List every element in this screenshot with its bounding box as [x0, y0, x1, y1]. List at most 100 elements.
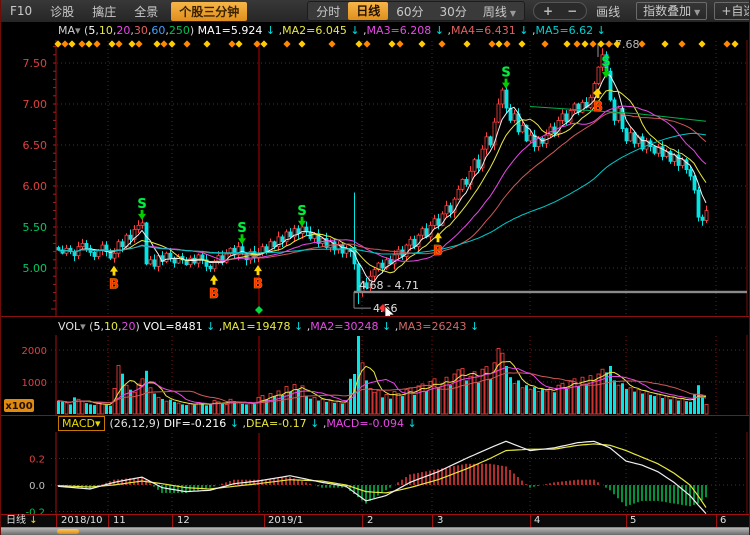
stock-3min-button[interactable]: 个股三分钟: [171, 2, 247, 21]
date-axis: 日线 ↓ 2018/1011122019/123456: [1, 514, 750, 527]
candle-body: [433, 219, 436, 226]
volume-bar: [685, 401, 688, 414]
candle-body: [85, 243, 88, 248]
volume-bar: [517, 380, 520, 414]
signal-diamond-icon: [115, 40, 122, 47]
signal-diamond-icon: [235, 40, 242, 47]
volume-bar: [369, 388, 372, 414]
signal-diamond-icon: [541, 40, 548, 47]
signal-diamond-icon: [388, 40, 395, 47]
volume-bar: [365, 380, 368, 414]
signal-diamond-icon: [731, 40, 738, 47]
candle-body: [409, 239, 412, 245]
candle-body: [489, 137, 492, 145]
candle-body: [465, 179, 468, 184]
volume-bar: [649, 395, 652, 414]
volume-bar: [105, 405, 108, 414]
macd-dropdown[interactable]: MACD▾: [58, 416, 105, 431]
volume-bar: [301, 386, 304, 414]
volume-bar: [313, 397, 316, 414]
candle-body: [701, 217, 704, 220]
volume-bar: [93, 405, 96, 414]
volume-bar: [489, 379, 492, 414]
volume-bar: [157, 397, 160, 414]
volume-bar: [225, 404, 228, 414]
candle-body: [697, 190, 700, 217]
volume-bar: [653, 396, 656, 414]
period-indicator[interactable]: 日线 ↓: [6, 515, 38, 527]
index-overlay-button[interactable]: 指数叠加▼: [636, 2, 707, 20]
horizontal-scrollbar[interactable]: [1, 527, 750, 535]
ma-indicator-header[interactable]: MA▾ (5,10,20,30,60,250) MA1=5.924 ↓ ,MA2…: [1, 22, 750, 40]
signal-diamond-icon: [160, 40, 167, 47]
candle-body: [93, 252, 96, 256]
tab-daily[interactable]: 日线: [348, 2, 388, 20]
volume-bar: [153, 394, 156, 414]
axis-separator: [108, 515, 109, 527]
f10-button[interactable]: F10: [1, 4, 41, 18]
candle-body: [577, 104, 580, 112]
zoom-in-button[interactable]: +: [536, 4, 560, 18]
candle-body: [273, 242, 276, 247]
candle-body: [121, 242, 124, 247]
diagnose-button[interactable]: 诊股: [41, 3, 83, 20]
zoom-out-button[interactable]: −: [560, 4, 584, 18]
volume-bar: [345, 402, 348, 414]
volume-bar: [209, 404, 212, 414]
volume-bar: [437, 387, 440, 414]
scrollbar-thumb[interactable]: [57, 529, 79, 534]
tab-minute[interactable]: 分时: [308, 3, 348, 20]
volume-pane[interactable]: 20001000x100: [1, 335, 750, 415]
draw-line-button[interactable]: 画线: [587, 3, 629, 20]
volume-bar: [565, 389, 568, 414]
volume-bar: [589, 376, 592, 414]
stock-chart-window: F10 诊股 擒庄 全景 个股三分钟 分时 日线 60分 30分 周线▼ + −…: [0, 0, 750, 535]
candle-body: [169, 253, 172, 258]
volume-bar: [241, 404, 244, 414]
buy-marker: B: [593, 100, 603, 115]
macd-pane[interactable]: 0.20.0-0.2: [1, 432, 750, 514]
macd-indicator-header[interactable]: MACD▾(26,12,9) DIF=-0.216 ↓ ,DEA=-0.17 ↓…: [1, 415, 750, 433]
tab-weekly[interactable]: 周线▼: [475, 3, 524, 20]
candle-body: [153, 260, 156, 267]
volume-bar: [309, 399, 312, 414]
candle-body: [81, 243, 84, 246]
candle-body: [505, 90, 508, 108]
volume-bar: [329, 401, 332, 414]
candle-body: [149, 260, 152, 264]
volume-bar: [269, 394, 272, 414]
candle-body: [101, 245, 104, 250]
volume-bar: [389, 399, 392, 414]
candle-body: [129, 235, 132, 239]
volume-bar: [629, 388, 632, 414]
signal-diamond-icon: [328, 40, 335, 47]
candle-body: [705, 211, 708, 221]
candle-body: [145, 223, 148, 264]
main-candlestick-pane[interactable]: 7.507.006.506.005.505.004.68 - 4.714.567…: [1, 40, 750, 316]
volume-bar: [341, 403, 344, 414]
axis-separator: [432, 515, 433, 527]
chevron-down-icon: ▼: [510, 9, 516, 18]
price-axis-label: 7.50: [23, 57, 48, 70]
volume-bar: [397, 394, 400, 414]
candle-body: [117, 242, 120, 253]
volume-bar: [617, 385, 620, 414]
banker-button[interactable]: 擒庄: [83, 3, 125, 20]
tab-30min[interactable]: 30分: [432, 3, 475, 20]
signal-diamond-icon: [61, 40, 68, 47]
volume-bar: [337, 401, 340, 414]
volume-bar: [249, 403, 252, 414]
volume-bar: [205, 405, 208, 414]
candle-body: [677, 155, 680, 166]
event-diamond-icon: [255, 306, 263, 314]
volume-bar: [401, 396, 404, 414]
panorama-button[interactable]: 全景: [125, 3, 167, 20]
signal-diamond-icon: [108, 40, 115, 47]
tab-60min[interactable]: 60分: [388, 3, 431, 20]
add-watchlist-button[interactable]: +自选▼: [714, 2, 750, 20]
buy-marker: B: [253, 277, 263, 292]
candle-body: [497, 104, 500, 122]
signal-diamond-icon: [85, 40, 92, 47]
volume-indicator-header[interactable]: VOL▾ (5,10,20) VOL=8481 ↓ ,MA1=19478 ↓ ,…: [1, 316, 750, 336]
volume-bar: [293, 385, 296, 414]
